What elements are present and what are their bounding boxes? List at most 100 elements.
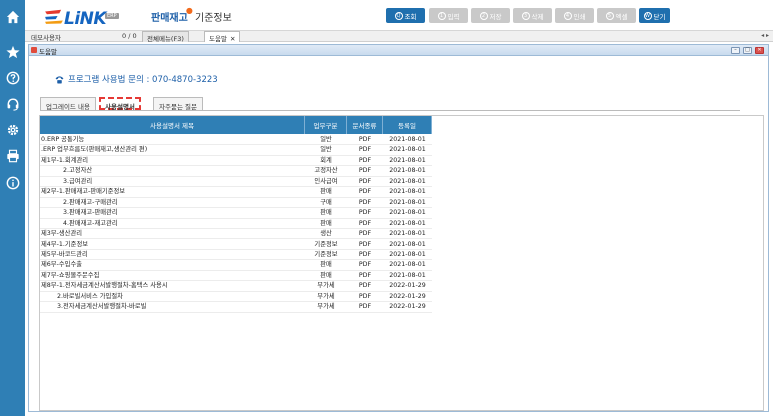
table-row[interactable]: 2.판매재고-구매관리 구매 PDF 2021-08-01 [40,198,432,209]
close-icon[interactable]: ✕ [755,47,764,54]
cell-doc-type: PDF [358,188,372,196]
cell-category: 판매 [320,219,332,227]
cell-reg-date: 2021-08-01 [389,209,426,217]
delete-button[interactable]: 3 삭제 [513,8,552,23]
cell-category: 인사급여 [314,177,338,185]
key-icon: 2 [479,11,488,20]
logo[interactable]: LiNK ERP [43,6,123,29]
cell-doc-type: PDF [358,230,372,238]
cell-category: 기준정보 [314,240,338,248]
star-icon[interactable] [4,43,21,60]
key-icon: 1 [437,11,446,20]
cell-category: 부가세 [317,303,335,311]
cell-title: 제4부-1.기준정보 [41,240,89,248]
cell-doc-type: PDF [358,303,372,311]
manual-table: 사용설명서 제목 업무구분 문서종류 등록일 0.ERP 공통기능 일반 PDF 20… [39,115,764,411]
table-row[interactable]: 3.판매재고-판매관리 판매 PDF 2021-08-01 [40,208,432,219]
tab-scroll-arrows[interactable]: ◂ ▸ [761,32,769,39]
table-row[interactable]: 제2부-1.판매재고-판매기준정보 판매 PDF 2021-08-01 [40,187,432,198]
cell-reg-date: 2021-08-01 [389,271,426,279]
menu-sales-inventory[interactable]: 판매재고 ● [151,6,193,24]
home-icon[interactable] [4,8,21,25]
headset-icon[interactable] [4,95,21,112]
cell-category: 생산 [320,230,332,238]
col-category[interactable]: 업무구분 [305,116,347,134]
save-button[interactable]: 2 저장 [471,8,510,23]
col-reg-date[interactable]: 등록일 [383,116,432,134]
table-row[interactable]: 2.고정자산 고정자산 PDF 2021-08-01 [40,166,432,177]
cell-reg-date: 2021-08-01 [389,188,426,196]
table-row[interactable]: 제7부-쇼핑몰주문수집 판매 PDF 2021-08-01 [40,271,432,282]
logo-badge: ERP [105,13,119,19]
gear-icon[interactable] [4,121,21,138]
printer-icon[interactable] [4,147,21,164]
cell-reg-date: 2021-08-01 [389,146,426,154]
table-row[interactable]: 2.바로빌서비스 가입절차 부가세 PDF 2022-01-29 [40,292,432,303]
search-button[interactable]: Q 조회 [386,8,425,23]
table-row[interactable]: .ERP 업무흐름도(판매재고,생산관리 편) 일반 PDF 2021-08-01 [40,145,432,156]
col-title[interactable]: 사용설명서 제목 [40,116,305,134]
cell-doc-type: PDF [358,167,372,175]
cell-category: 판매 [320,188,332,196]
close-button[interactable]: W 닫기 [639,8,670,23]
table-row[interactable]: 제8부-1.전자세금계산서발행절차-홈택스 사용시 부가세 PDF 2022-01-2… [40,281,432,292]
tab-help[interactable]: 도움말 ✕ [204,31,241,43]
cell-category: 고정자산 [314,167,338,175]
maximize-icon[interactable]: □ [743,47,752,54]
cell-doc-type: PDF [358,136,372,143]
support-phone-text: 프로그램 사용법 문의 : 070-4870-3223 [68,75,218,85]
document-tabbar: 데모사용자 0 / 0 전체메뉴(F3) 도움말 ✕ ◂ ▸ [25,31,773,43]
tab-user-manual[interactable]: 사용설명서 [99,97,141,111]
new-button[interactable]: 1 입력 [429,8,468,23]
key-icon: 5 [605,11,614,20]
cell-category: 판매 [320,271,332,279]
button-label: 엑셀 [615,12,628,21]
key-icon: 3 [521,11,530,20]
button-label: 저장 [489,12,502,21]
button-label: 삭제 [531,12,544,21]
tab-all-menu[interactable]: 전체메뉴(F3) [142,31,189,43]
cell-reg-date: 2021-08-01 [389,250,426,258]
cell-reg-date: 2021-08-01 [389,240,426,248]
cell-reg-date: 2021-08-01 [389,167,426,175]
cell-reg-date: 2021-08-01 [389,219,426,227]
table-row[interactable]: 3.급여관리 인사급여 PDF 2021-08-01 [40,177,432,188]
table-row[interactable]: 0.ERP 공통기능 일반 PDF 2021-08-01 [40,135,432,146]
question-icon[interactable] [4,69,21,86]
cell-doc-type: PDF [358,156,372,164]
table-row[interactable]: 제6부-수입수출 판매 PDF 2021-08-01 [40,260,432,271]
support-phone-line: 프로그램 사용법 문의 : 070-4870-3223 [55,73,218,85]
cell-doc-type: PDF [358,146,372,154]
menu-label: 판매재고 [151,13,188,24]
print-button[interactable]: 4 인쇄 [555,8,594,23]
window-title: 도움말 [39,48,57,56]
menu-base-info[interactable]: 기준정보 [195,9,232,24]
cell-doc-type: PDF [358,177,372,185]
table-row[interactable]: 제1부-1.회계관리 회계 PDF 2021-08-01 [40,156,432,167]
table-header: 사용설명서 제목 업무구분 문서종류 등록일 [40,116,432,134]
table-row[interactable]: 제4부-1.기준정보 기준정보 PDF 2021-08-01 [40,240,432,250]
excel-button[interactable]: 5 엑셀 [597,8,636,23]
cell-doc-type: PDF [358,271,372,279]
info-icon[interactable] [4,174,21,191]
window-titlebar[interactable]: 도움말 – □ ✕ [29,45,768,56]
cell-category: 구매 [320,198,332,206]
cell-title: 제5부-바코드관리 [41,250,88,258]
cell-doc-type: PDF [358,282,372,290]
table-row[interactable]: 4.판매재고-재고관리 판매 PDF 2021-08-01 [40,219,432,229]
minimize-icon[interactable]: – [731,47,740,54]
table-row[interactable]: 제3부-생산관리 생산 PDF 2021-08-01 [40,229,432,240]
cell-title: 3.급여관리 [63,177,93,185]
tab-upgrade-notes[interactable]: 업그레이드 내용 [40,97,96,111]
cell-doc-type: PDF [358,292,372,300]
cell-title: 4.판매재고-재고관리 [63,219,118,227]
table-row[interactable]: 제5부-바코드관리 기준정보 PDF 2021-08-01 [40,250,432,261]
table-row[interactable]: 3.전자세금계산서발행절차-바로빌 부가세 PDF 2022-01-29 [40,302,432,313]
close-tab-icon[interactable]: ✕ [230,35,235,43]
phone-icon [55,75,64,83]
cell-reg-date: 2021-08-01 [389,230,426,238]
cell-title: 제6부-수입수출 [41,261,83,269]
tab-faq[interactable]: 자주묻는 질문 [153,97,203,111]
record-count: 0 / 0 [122,32,137,40]
col-doc-type[interactable]: 문서종류 [347,116,383,134]
